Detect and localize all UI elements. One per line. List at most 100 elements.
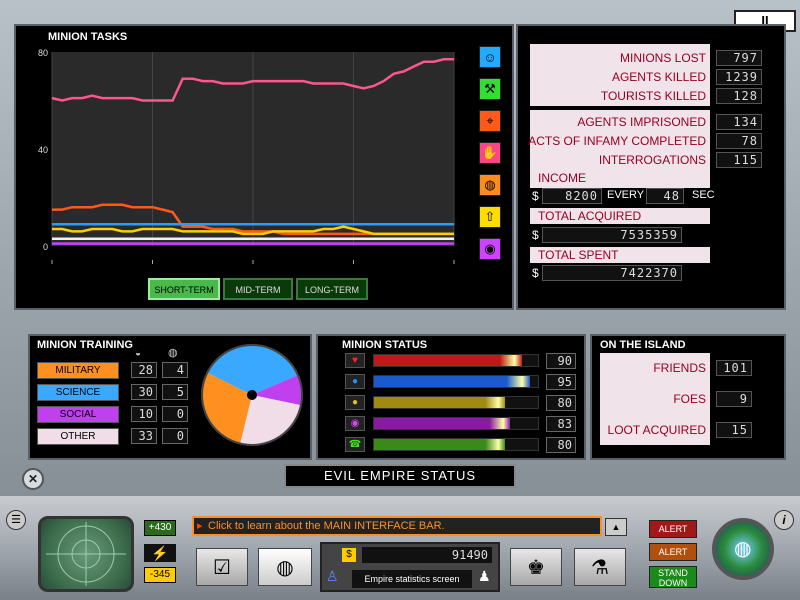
tourists-killed-label: TOURISTS KILLED xyxy=(600,89,706,103)
money-panel: $ 91490 ♙ Empire statistics screen ♟ xyxy=(320,542,500,592)
y-tick-label: 40 xyxy=(38,145,48,155)
training-pie xyxy=(201,344,303,446)
hammer-icon[interactable]: ⚒ xyxy=(479,78,501,100)
money-value: 91490 xyxy=(362,547,492,563)
checkmark-icon: ☑ xyxy=(213,556,231,579)
plus-counter: +430 xyxy=(144,520,176,536)
social-icon[interactable]: ☺ xyxy=(479,46,501,68)
y-tick-label: 80 xyxy=(38,48,48,58)
status-bar xyxy=(373,417,539,430)
flask-icon: ⚗ xyxy=(591,556,609,579)
minion-tasks-chart: 80 40 0 xyxy=(38,48,455,264)
screen-title: EVIL EMPIRE STATUS xyxy=(284,464,516,488)
training-count: 33 xyxy=(131,428,157,444)
alert-orange-button[interactable]: ALERT xyxy=(649,543,697,561)
training-count: 30 xyxy=(131,384,157,400)
income-header: INCOME xyxy=(530,170,710,186)
close-button[interactable]: ✕ xyxy=(22,468,44,490)
globe-icon[interactable]: ◍ xyxy=(479,174,501,196)
minions-lost-value: 797 xyxy=(716,50,762,66)
world-globe-button[interactable]: ◍ xyxy=(712,518,774,580)
total-acquired-currency: $ xyxy=(532,228,539,242)
swirl-icon: ◉ xyxy=(345,416,365,431)
arrow-up-icon[interactable]: ⇧ xyxy=(479,206,501,228)
total-acquired-value: 7535359 xyxy=(542,227,682,243)
info-button[interactable]: i xyxy=(774,510,794,530)
training-military-button[interactable]: MILITARY xyxy=(37,362,119,379)
island-title: ON THE ISLAND xyxy=(600,339,686,351)
status-bar xyxy=(373,396,539,409)
training-social-button[interactable]: SOCIAL xyxy=(37,406,119,423)
status-value: 80 xyxy=(546,437,576,453)
every-label: EVERY xyxy=(607,189,645,201)
coin-icon: ● xyxy=(345,395,365,410)
status-bar xyxy=(373,375,539,388)
total-spent-header: TOTAL SPENT xyxy=(530,247,710,263)
long-term-button[interactable]: LONG-TERM xyxy=(296,278,368,300)
training-count: 10 xyxy=(131,406,157,422)
alert-red-button[interactable]: ALERT xyxy=(649,520,697,538)
minus-counter: -345 xyxy=(144,567,176,583)
short-term-button[interactable]: SHORT-TERM xyxy=(148,278,220,300)
status-bar xyxy=(373,354,539,367)
message-scroll-button[interactable]: ▲ xyxy=(605,518,627,536)
brain-icon: ● xyxy=(345,374,365,389)
tooltip-text: Empire statistics screen xyxy=(352,570,472,588)
income-value: 8200 xyxy=(542,188,602,204)
menu-button[interactable]: ☰ xyxy=(6,510,26,530)
mid-term-button[interactable]: MID-TERM xyxy=(223,278,293,300)
status-value: 90 xyxy=(546,353,576,369)
globe-column-icon: ◍ xyxy=(168,347,178,359)
message-bullet-icon: ▸ xyxy=(197,520,203,532)
statistics-button[interactable]: ◍ xyxy=(258,548,312,586)
training-science-button[interactable]: SCIENCE xyxy=(37,384,119,401)
message-text: Click to learn about the MAIN INTERFACE … xyxy=(208,520,445,532)
minions-button[interactable]: ♚ xyxy=(510,548,562,586)
total-acquired-header: TOTAL ACQUIRED xyxy=(530,208,710,224)
status-value: 83 xyxy=(546,416,576,432)
minion-status-title: MINION STATUS xyxy=(342,339,428,351)
globe-icon: ◍ xyxy=(734,538,752,560)
minion-count-icon: ♙ xyxy=(326,568,339,584)
every-value: 48 xyxy=(646,188,684,204)
friends-label: FRIENDS xyxy=(653,361,706,375)
stand-down-button[interactable]: STAND DOWN xyxy=(649,566,697,588)
minion-tasks-title: MINION TASKS xyxy=(48,31,128,43)
training-count: 28 xyxy=(131,362,157,378)
radar-grid-icon xyxy=(46,522,126,586)
hand-icon[interactable]: ✋ xyxy=(479,142,501,164)
training-island-count: 0 xyxy=(162,406,188,422)
status-bar xyxy=(373,438,539,451)
foes-label: FOES xyxy=(673,392,706,406)
agents-imprisoned-value: 134 xyxy=(716,114,762,130)
phone-icon: ☎ xyxy=(345,437,365,452)
minions-lost-label: MINIONS LOST xyxy=(619,51,706,65)
loot-label: LOOT ACQUIRED xyxy=(607,423,706,437)
foes-value: 9 xyxy=(716,391,752,407)
income-currency: $ xyxy=(532,189,539,203)
status-bar-fill xyxy=(374,376,530,387)
crosshair-icon[interactable]: ⌖ xyxy=(479,110,501,132)
radar-screen[interactable] xyxy=(38,516,134,592)
acts-infamy-label: ACTS OF INFAMY COMPLETED xyxy=(528,134,706,148)
objectives-button[interactable]: ☑ xyxy=(196,548,248,586)
y-tick-label: 0 xyxy=(43,242,48,252)
agents-imprisoned-label: AGENTS IMPRISONED xyxy=(577,115,706,129)
total-spent-value: 7422370 xyxy=(542,265,682,281)
agents-killed-value: 1239 xyxy=(716,69,762,85)
research-button[interactable]: ⚗ xyxy=(574,548,626,586)
loot-value: 15 xyxy=(716,422,752,438)
training-other-button[interactable]: OTHER xyxy=(37,428,119,445)
status-value: 80 xyxy=(546,395,576,411)
minions-icon: ♚ xyxy=(527,556,545,579)
globe-magnifier-icon: ◍ xyxy=(276,556,294,579)
total-spent-currency: $ xyxy=(532,266,539,280)
lightning-icon: ⚡ xyxy=(144,544,176,562)
training-island-count: 0 xyxy=(162,428,188,444)
message-bar[interactable]: ▸ Click to learn about the MAIN INTERFAC… xyxy=(192,516,602,536)
friends-value: 101 xyxy=(716,360,752,376)
status-bar-fill xyxy=(374,418,511,429)
minion-training-title: MINION TRAINING xyxy=(37,339,133,351)
heart-icon: ♥ xyxy=(345,353,365,368)
eye-icon[interactable]: ◉ xyxy=(479,238,501,260)
